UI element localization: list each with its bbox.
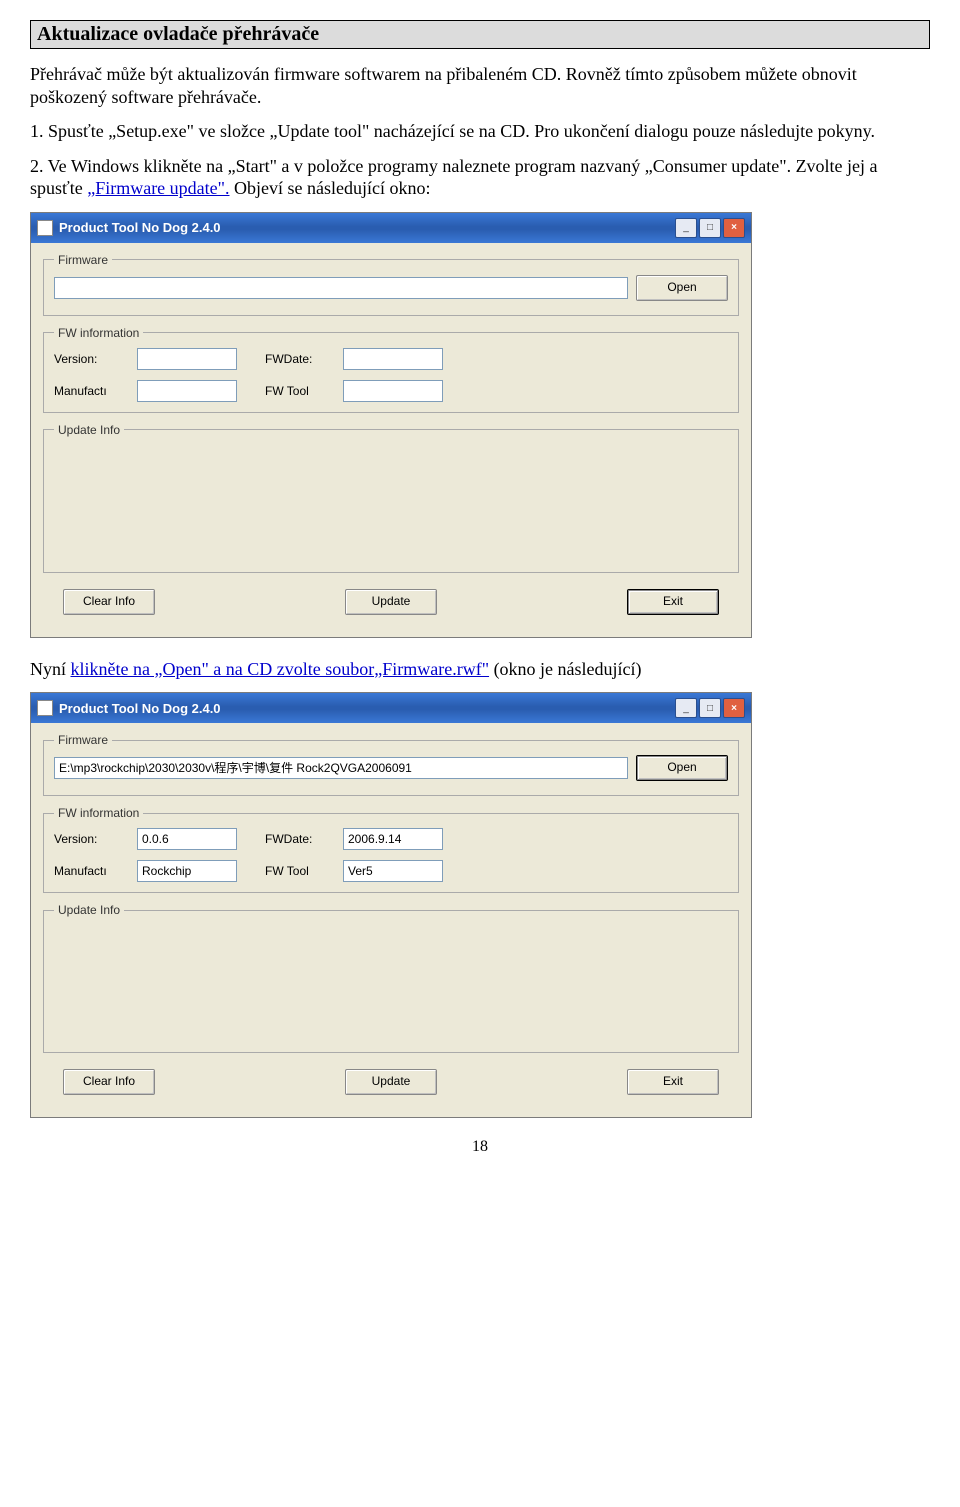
- minimize-button[interactable]: _: [675, 698, 697, 718]
- app-icon: [37, 220, 53, 236]
- firmware-legend: Firmware: [54, 253, 112, 267]
- product-tool-dialog-1: Product Tool No Dog 2.4.0 _ □ × Firmware…: [30, 212, 752, 638]
- step-2: 2. Ve Windows klikněte na „Start" a v po…: [30, 155, 930, 200]
- close-button[interactable]: ×: [723, 218, 745, 238]
- fwtool-value[interactable]: [343, 380, 443, 402]
- manufact-label: Manufactı: [54, 384, 129, 398]
- section-title: Aktualizace ovladače přehrávače: [30, 20, 930, 49]
- maximize-button[interactable]: □: [699, 698, 721, 718]
- exit-button[interactable]: Exit: [627, 1069, 719, 1095]
- step-1: 1. Spusťte „Setup.exe" ve složce „Update…: [30, 120, 930, 143]
- fwdate-label: FWDate:: [265, 352, 335, 366]
- product-tool-dialog-2: Product Tool No Dog 2.4.0 _ □ × Firmware…: [30, 692, 752, 1118]
- clear-info-button[interactable]: Clear Info: [63, 1069, 155, 1095]
- update-info-legend: Update Info: [54, 423, 124, 437]
- app-icon: [37, 700, 53, 716]
- fw-info-legend: FW information: [54, 806, 143, 820]
- update-info-fieldset: Update Info: [43, 423, 739, 573]
- maximize-button[interactable]: □: [699, 218, 721, 238]
- version-value[interactable]: [137, 348, 237, 370]
- firmware-path-input[interactable]: E:\mp3\rockchip\2030\2030v\程序\宇博\复件 Rock…: [54, 757, 628, 779]
- firmware-legend: Firmware: [54, 733, 112, 747]
- open-firmware-link[interactable]: klikněte na „Open" a na CD zvolte soubor…: [71, 659, 490, 679]
- mid-instruction: Nyní klikněte na „Open" a na CD zvolte s…: [30, 658, 930, 681]
- open-button[interactable]: Open: [636, 755, 728, 781]
- update-button[interactable]: Update: [345, 589, 437, 615]
- mid-prefix: Nyní: [30, 659, 71, 679]
- window-controls: _ □ ×: [675, 218, 745, 238]
- update-info-fieldset: Update Info: [43, 903, 739, 1053]
- window-title: Product Tool No Dog 2.4.0: [59, 220, 675, 235]
- window-title: Product Tool No Dog 2.4.0: [59, 701, 675, 716]
- step2-suffix: Objeví se následující okno:: [230, 178, 431, 198]
- fw-information-fieldset: FW information Version: 0.0.6 FWDate: 20…: [43, 806, 739, 893]
- close-button[interactable]: ×: [723, 698, 745, 718]
- firmware-fieldset: Firmware Open: [43, 253, 739, 316]
- mid-suffix: (okno je následující): [489, 659, 641, 679]
- fwdate-label: FWDate:: [265, 832, 335, 846]
- fw-information-fieldset: FW information Version: FWDate: Manufact…: [43, 326, 739, 413]
- firmware-update-link[interactable]: „Firmware update".: [87, 178, 229, 198]
- firmware-fieldset: Firmware E:\mp3\rockchip\2030\2030v\程序\宇…: [43, 733, 739, 796]
- open-button[interactable]: Open: [636, 275, 728, 301]
- version-label: Version:: [54, 352, 129, 366]
- fwdate-value[interactable]: 2006.9.14: [343, 828, 443, 850]
- intro-paragraph: Přehrávač může být aktualizován firmware…: [30, 63, 930, 108]
- manufact-value[interactable]: Rockchip: [137, 860, 237, 882]
- fw-info-legend: FW information: [54, 326, 143, 340]
- titlebar: Product Tool No Dog 2.4.0 _ □ ×: [31, 693, 751, 723]
- clear-info-button[interactable]: Clear Info: [63, 589, 155, 615]
- firmware-path-input[interactable]: [54, 277, 628, 299]
- exit-button[interactable]: Exit: [627, 589, 719, 615]
- manufact-label: Manufactı: [54, 864, 129, 878]
- update-info-legend: Update Info: [54, 903, 124, 917]
- titlebar: Product Tool No Dog 2.4.0 _ □ ×: [31, 213, 751, 243]
- window-controls: _ □ ×: [675, 698, 745, 718]
- version-value[interactable]: 0.0.6: [137, 828, 237, 850]
- manufact-value[interactable]: [137, 380, 237, 402]
- page-number: 18: [30, 1138, 930, 1156]
- fwtool-label: FW Tool: [265, 384, 335, 398]
- fwtool-label: FW Tool: [265, 864, 335, 878]
- version-label: Version:: [54, 832, 129, 846]
- fwdate-value[interactable]: [343, 348, 443, 370]
- update-button[interactable]: Update: [345, 1069, 437, 1095]
- minimize-button[interactable]: _: [675, 218, 697, 238]
- fwtool-value[interactable]: Ver5: [343, 860, 443, 882]
